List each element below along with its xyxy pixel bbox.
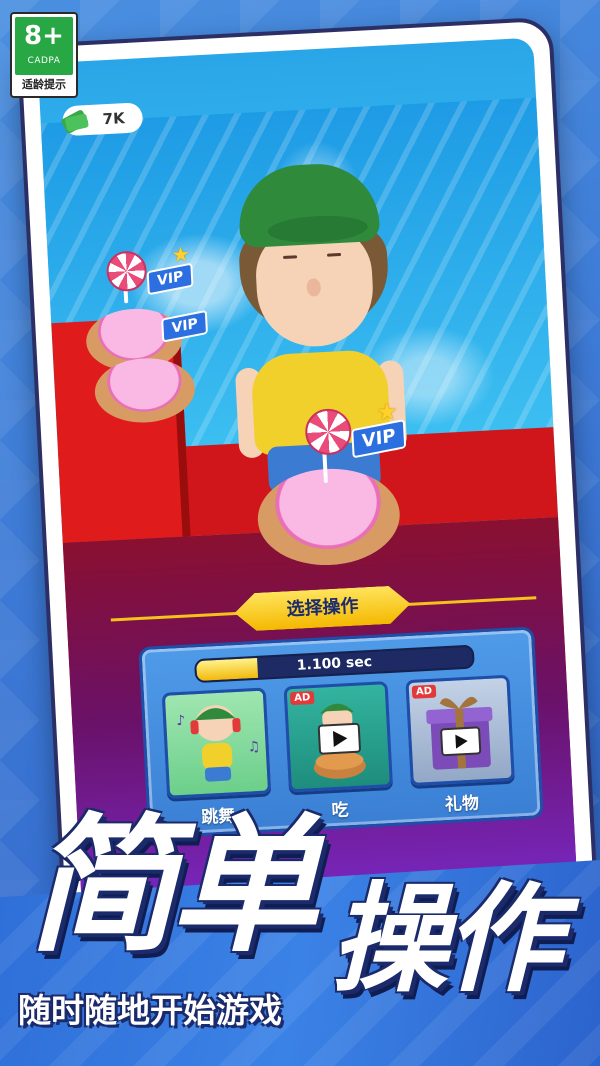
age-rating-org: CADPA <box>27 56 61 66</box>
gift-card[interactable]: AD <box>405 674 515 787</box>
currency-value: 7K <box>102 109 126 129</box>
dance-card[interactable]: ♪ ♫ <box>161 687 272 799</box>
eye <box>283 255 298 259</box>
money-icon <box>61 110 89 134</box>
timer-bar: 1.100 sec <box>194 644 475 684</box>
action-eat-button[interactable]: AD 吃 <box>283 681 393 821</box>
gift-label: 礼物 <box>444 793 480 816</box>
svg-text:♫: ♫ <box>247 739 260 756</box>
star-icon: ★ <box>375 397 399 427</box>
dancing-character-icon: ♪ ♫ <box>176 705 261 782</box>
ad-tag: AD <box>289 690 315 706</box>
currency-counter: 7K <box>61 102 144 137</box>
timer-text: 1.100 sec <box>296 653 373 674</box>
star-icon: ★ <box>171 241 191 267</box>
action-gift-button[interactable]: AD 礼物 <box>405 674 515 815</box>
age-rating-badge: 8+ CADPA 适龄提示 <box>10 12 78 98</box>
game-screen: 7K VIP VIP ★ VIP ★ 选择操作 1.100 sec ♪ ♫ 跳舞… <box>37 37 579 931</box>
age-rating-number: 8+ <box>24 21 64 51</box>
svg-text:♪: ♪ <box>176 713 186 729</box>
eat-card[interactable]: AD <box>283 681 393 793</box>
promo-headline-1: 简单 <box>28 800 318 972</box>
nose <box>306 278 322 297</box>
age-rating-tip: 适龄提示 <box>22 78 66 91</box>
age-rating-top: 8+ CADPA <box>15 17 73 75</box>
promo-subtitle: 随时随地开始游戏 <box>18 991 282 1030</box>
eye <box>326 252 342 257</box>
ad-tag: AD <box>411 684 437 699</box>
promo-headline-2: 操作 <box>330 870 562 1008</box>
